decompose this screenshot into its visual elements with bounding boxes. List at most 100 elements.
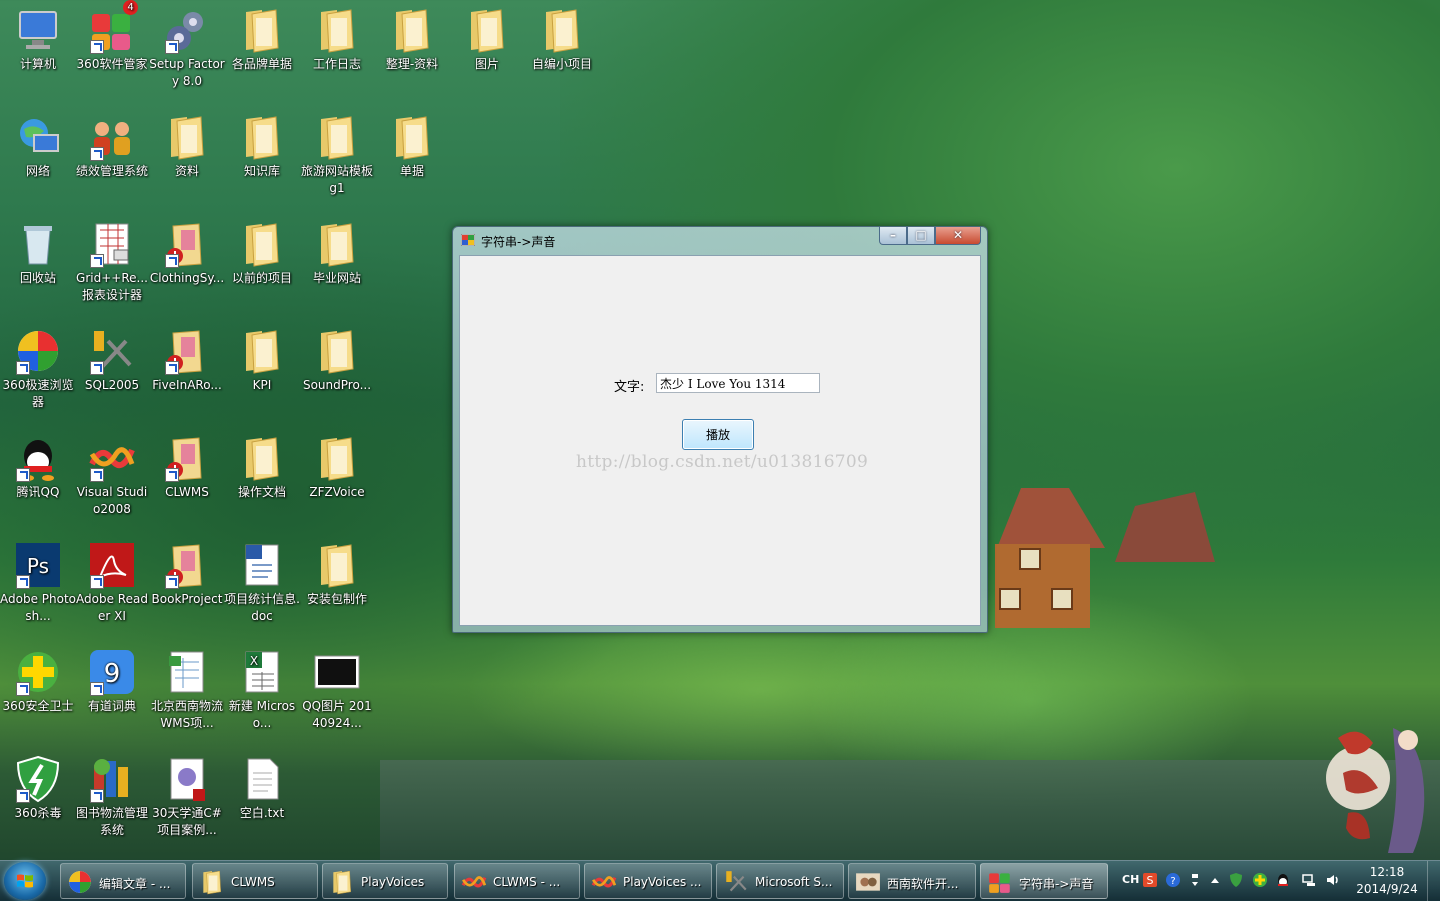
desktop-icon-label: 项目统计信息.doc — [224, 592, 300, 623]
minimize-button[interactable]: – — [879, 227, 907, 245]
svg-text:?: ? — [1170, 876, 1175, 887]
show-desktop-button[interactable] — [1427, 861, 1440, 901]
desktop-icon[interactable]: 整理-资料 — [374, 0, 450, 73]
desktop-icon[interactable]: 图片 — [449, 0, 525, 73]
taskbar-button[interactable]: 编辑文章 - ... — [60, 863, 186, 899]
play-button[interactable]: 播放 — [682, 419, 754, 450]
desktop-icon[interactable]: 绩效管理系统 — [74, 107, 150, 180]
shortcut-arrow-icon — [90, 254, 104, 268]
desktop-icon[interactable]: Ps Adobe Photosh... — [0, 535, 76, 625]
shortcut-arrow-icon — [165, 361, 179, 375]
window-client-area: 文字: 杰少 I Love You 1314 播放 http://blog.cs… — [459, 255, 981, 626]
desktop-icon[interactable]: SoundPro... — [299, 321, 375, 394]
taskbar-button[interactable]: 字符串->声音 — [980, 863, 1108, 899]
maximize-button[interactable]: □ — [907, 227, 935, 245]
desktop-icon[interactable]: 网络 — [0, 107, 76, 180]
desktop-icon[interactable]: SQL2005 — [74, 321, 150, 394]
window-titlebar[interactable]: 字符串->声音 – □ ✕ — [453, 227, 987, 253]
desktop-icon[interactable]: Setup Factory 8.0 — [149, 0, 225, 90]
network-tray-icon[interactable] — [1301, 872, 1317, 888]
desktop-icon[interactable]: 资料 — [149, 107, 225, 180]
desktop-icon-label: Adobe Reader XI — [76, 592, 148, 623]
shield-icon[interactable] — [1228, 872, 1244, 888]
desktop-icon[interactable]: 图书物流管理系统 — [74, 749, 150, 839]
app-window-icon — [461, 234, 475, 246]
desktop-icon[interactable]: 9 有道词典 — [74, 642, 150, 715]
desktop-icon[interactable]: X 新建 Microso... — [224, 642, 300, 732]
desktop-icon[interactable]: 计算机 — [0, 0, 76, 73]
taskbar-button[interactable]: PlayVoices ... — [584, 863, 712, 899]
ime-options-icon[interactable] — [1187, 872, 1203, 888]
taskbar-button-label: 编辑文章 - ... — [99, 877, 171, 891]
desktop-icon[interactable]: FiveInARo... — [149, 321, 225, 394]
desktop-icon[interactable]: 360极速浏览器 — [0, 321, 76, 411]
desktop-icon[interactable]: 毕业网站 — [299, 214, 375, 287]
desktop-icon[interactable]: BookProject — [149, 535, 225, 608]
desktop-icon[interactable]: 旅游网站模板g1 — [299, 107, 375, 197]
desktop-icon[interactable]: 各品牌单据 — [224, 0, 300, 73]
sogou-ime-icon[interactable]: S — [1142, 872, 1158, 888]
desktop-icon-label: SoundPro... — [302, 378, 372, 392]
desktop-icon[interactable]: 4 360软件管家 — [74, 0, 150, 73]
desktop-icon[interactable]: CLWMS — [149, 428, 225, 501]
text-input[interactable]: 杰少 I Love You 1314 — [656, 373, 820, 393]
help-icon[interactable]: ? — [1165, 872, 1181, 888]
desktop-icon[interactable]: 知识库 — [224, 107, 300, 180]
desktop-icon[interactable]: 北京西南物流WMS项... — [149, 642, 225, 732]
desktop-icon[interactable]: ZFZVoice — [299, 428, 375, 501]
desktop-icon[interactable]: 操作文档 — [224, 428, 300, 501]
visual-studio-icon — [461, 869, 487, 895]
desktop-icon[interactable]: Visual Studio2008 — [74, 428, 150, 518]
desktop-icon[interactable]: 以前的项目 — [224, 214, 300, 287]
desktop-icon[interactable]: Grid++Re... 报表设计器 — [74, 214, 150, 304]
desktop-icon[interactable]: 30天学通C# 项目案例... — [149, 749, 225, 839]
qq-tray-icon[interactable] — [1275, 872, 1291, 888]
visual-studio-icon — [88, 434, 136, 482]
desktop-icon-label: 计算机 — [19, 57, 56, 71]
app-window[interactable]: 字符串->声音 – □ ✕ 文字: 杰少 I Love You 1314 播放 … — [452, 226, 988, 633]
start-button[interactable] — [4, 862, 46, 900]
desktop-icon-label: ClothingSy... — [149, 271, 225, 285]
close-button[interactable]: ✕ — [935, 227, 981, 245]
desktop-icon[interactable]: Adobe Reader XI — [74, 535, 150, 625]
desktop-icon[interactable]: 单据 — [374, 107, 450, 180]
desktop-icon-label: 知识库 — [243, 164, 280, 178]
taskbar-button[interactable]: PlayVoices — [322, 863, 448, 899]
browser-icon — [67, 869, 93, 895]
word-doc-icon — [238, 541, 286, 589]
taskbar-button[interactable]: Microsoft S... — [716, 863, 844, 899]
desktop-icon[interactable]: ClothingSy... — [149, 214, 225, 287]
taskbar: 编辑文章 - ... CLWMS PlayVoices CLWMS - ... Play… — [0, 860, 1440, 901]
desktop-icon[interactable]: 腾讯QQ — [0, 428, 76, 501]
antivirus-icon — [14, 755, 62, 803]
folder-icon — [313, 327, 361, 375]
desktop-icon[interactable]: 项目统计信息.doc — [224, 535, 300, 625]
desktop-icon[interactable]: 360杀毒 — [0, 749, 76, 822]
desktop-icon[interactable]: 空白.txt — [224, 749, 300, 822]
folder-icon — [388, 113, 436, 161]
desktop-icon[interactable]: 360安全卫士 — [0, 642, 76, 715]
desktop-icon[interactable]: QQ图片 20140924... — [299, 642, 375, 732]
desktop-icon[interactable]: 工作日志 — [299, 0, 375, 73]
360-safe-tray-icon[interactable] — [1252, 872, 1268, 888]
desktop-icon-label: QQ图片 20140924... — [302, 699, 372, 730]
taskbar-button[interactable]: CLWMS - ... — [454, 863, 580, 899]
shortcut-arrow-icon — [16, 361, 30, 375]
volume-icon[interactable] — [1325, 872, 1341, 888]
desktop-icon-label: 毕业网站 — [312, 271, 361, 285]
app-window-icon — [987, 869, 1013, 895]
clock[interactable]: 12:18 2014/9/24 — [1352, 864, 1422, 898]
network-icon — [14, 113, 62, 161]
desktop-icon-label: SQL2005 — [84, 378, 140, 392]
taskbar-button[interactable]: CLWMS — [192, 863, 318, 899]
show-hidden-icons-icon[interactable] — [1207, 872, 1223, 888]
desktop-icon[interactable]: KPI — [224, 321, 300, 394]
qq-icon — [14, 434, 62, 482]
desktop-icon[interactable]: 安装包制作 — [299, 535, 375, 608]
desktop-icon[interactable]: 回收站 — [0, 214, 76, 287]
desktop-icon[interactable]: 自编小项目 — [524, 0, 600, 73]
system-tray: S ? — [1115, 861, 1365, 901]
taskbar-button-label: 西南软件开... — [887, 877, 959, 891]
folder-icon — [238, 6, 286, 54]
taskbar-button[interactable]: 西南软件开... — [848, 863, 976, 899]
